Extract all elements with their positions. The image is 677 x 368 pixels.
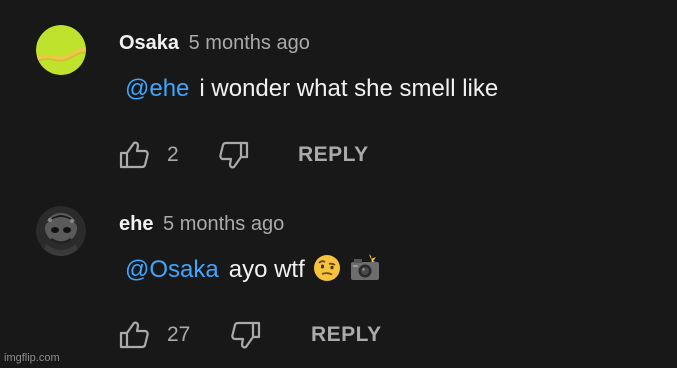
like-button[interactable] bbox=[118, 140, 150, 170]
comment-header: ehe 5 months ago bbox=[119, 212, 284, 236]
comment-timestamp[interactable]: 5 months ago bbox=[189, 32, 310, 54]
thumbs-down-icon bbox=[219, 141, 249, 169]
mention-link[interactable]: @ehe bbox=[125, 75, 189, 102]
comment-thread-item: Osaka 5 months ago @ehe i wonder what she… bbox=[0, 0, 677, 190]
thumbs-up-icon bbox=[119, 141, 149, 169]
comment-text: @ehe i wonder what she smell like bbox=[125, 74, 498, 104]
comment-header: Osaka 5 months ago bbox=[119, 31, 310, 55]
like-button[interactable] bbox=[118, 320, 150, 350]
raised-eyebrow-emoji-icon bbox=[313, 254, 341, 290]
thumbs-up-icon bbox=[119, 321, 149, 349]
like-count: 2 bbox=[167, 143, 179, 166]
dislike-button[interactable] bbox=[230, 320, 262, 350]
dislike-button[interactable] bbox=[218, 140, 250, 170]
comment-message: i wonder what she smell like bbox=[199, 75, 499, 102]
avatar[interactable] bbox=[36, 206, 86, 256]
watermark: imgflip.com bbox=[4, 352, 60, 364]
author-name[interactable]: Osaka bbox=[119, 32, 179, 54]
comment-thread-item: ehe 5 months ago @Osaka ayo wtf 27 REPLY bbox=[0, 190, 677, 368]
avatar[interactable] bbox=[36, 25, 86, 75]
camera-with-flash-emoji-icon bbox=[349, 254, 381, 290]
reply-button[interactable]: REPLY bbox=[298, 142, 369, 168]
reply-button[interactable]: REPLY bbox=[311, 322, 382, 348]
mention-link[interactable]: @Osaka bbox=[125, 256, 219, 283]
dark-character-avatar-icon bbox=[36, 206, 86, 256]
thumbs-down-icon bbox=[231, 321, 261, 349]
comment-timestamp[interactable]: 5 months ago bbox=[163, 213, 284, 235]
like-count: 27 bbox=[167, 323, 191, 346]
author-name[interactable]: ehe bbox=[119, 213, 153, 235]
tennis-ball-avatar-icon bbox=[36, 25, 86, 75]
comment-message: ayo wtf bbox=[228, 256, 305, 283]
comment-text: @Osaka ayo wtf bbox=[125, 254, 381, 290]
